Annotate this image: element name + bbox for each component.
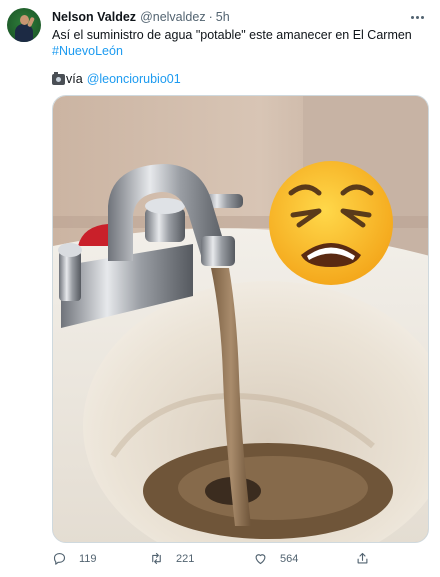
tweet-card[interactable]: Nelson Valdez @nelvaldez · 5h Así el sum… <box>0 0 440 577</box>
retweet-icon <box>152 552 161 565</box>
like-button[interactable]: 564 <box>253 551 298 566</box>
via-mention-link[interactable]: @leonciorubio01 <box>87 71 181 87</box>
ellipsis-icon-dot <box>420 15 424 19</box>
share-button[interactable] <box>355 551 382 566</box>
retweet-button[interactable]: 221 <box>149 551 194 566</box>
reply-button[interactable]: 119 <box>52 551 97 566</box>
heart-icon <box>255 554 266 565</box>
comment-icon <box>53 552 66 565</box>
via-label: vía <box>66 72 83 86</box>
tweet-body-text: Así el suministro de agua "potable" este… <box>52 28 412 42</box>
camera-icon <box>52 71 65 85</box>
weary-face-emoji <box>269 161 393 285</box>
more-options-button[interactable] <box>408 8 426 26</box>
ellipsis-icon <box>410 15 414 19</box>
author-handle[interactable]: @nelvaldez <box>140 10 206 24</box>
tweet-photo[interactable] <box>52 95 429 543</box>
like-count: 564 <box>280 552 299 565</box>
ellipsis-icon-dot <box>415 15 419 19</box>
share-icon <box>357 552 368 564</box>
retweet-count: 221 <box>176 552 195 565</box>
author-name[interactable]: Nelson Valdez <box>52 10 136 24</box>
tweet-actions-bar: 119 221 564 <box>52 551 422 571</box>
sink-faucet-photo <box>53 96 428 542</box>
tweet-header: Nelson Valdez @nelvaldez · 5h <box>52 8 230 26</box>
hashtag-link[interactable]: #NuevoLeón <box>52 43 422 59</box>
reply-count: 119 <box>79 552 97 565</box>
tweet-text: Así el suministro de agua "potable" este… <box>52 27 422 59</box>
author-avatar[interactable] <box>7 8 41 42</box>
via-line: vía @leonciorubio01 <box>52 71 181 87</box>
tweet-timestamp[interactable]: 5h <box>216 10 230 24</box>
header-separator: · <box>208 10 213 24</box>
